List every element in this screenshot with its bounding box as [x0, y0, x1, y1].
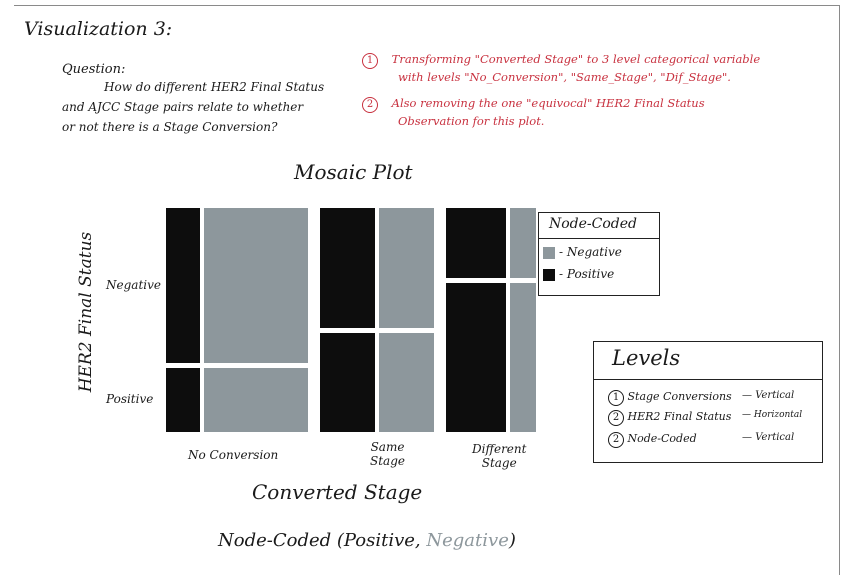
note-2-number: 2	[362, 97, 378, 113]
levels-item-1-number: 1	[608, 390, 624, 406]
mosaic-tile-1-negative-node-positive	[319, 208, 375, 329]
note-2: 2 Also removing the one "equivocal" HER2…	[362, 96, 705, 113]
levels-item-2-name: HER2 Final Status	[627, 410, 732, 423]
levels-item-2-orientation: — Horizontal	[742, 410, 803, 420]
row-label-positive: Positive	[106, 392, 154, 406]
mosaic-tile-2-negative-node-negative	[510, 208, 536, 279]
levels-item-1-orientation: — Vertical	[742, 390, 795, 401]
question-line-2: and AJCC Stage pairs relate to whether	[62, 100, 304, 114]
column-label-no-conversion: No Conversion	[188, 448, 279, 462]
levels-legend-divider	[594, 379, 822, 380]
positive-swatch	[543, 268, 555, 281]
subtitle-prefix: Node-Coded (Positive,	[218, 530, 427, 551]
plot-title: Mosaic Plot	[294, 160, 413, 184]
mosaic-tile-2-negative-node-positive	[446, 208, 507, 279]
column-label-same-stage: Same Stage	[370, 440, 405, 468]
levels-item-1: 1 Stage Conversions	[608, 390, 732, 406]
levels-item-3-orientation: — Vertical	[742, 432, 795, 443]
levels-item-1-name: Stage Conversions	[627, 390, 732, 403]
node-legend-divider	[539, 238, 659, 239]
note-1-line-1: Transforming "Converted Stage" to 3 leve…	[391, 52, 761, 66]
levels-item-3-orientation-label: Vertical	[755, 432, 795, 443]
question-line-1: How do different HER2 Final Status	[104, 80, 325, 94]
subtitle-negative: Negative	[426, 530, 509, 551]
levels-legend: Levels 1 Stage Conversions — Vertical 2 …	[593, 341, 823, 463]
plot-subtitle: Node-Coded (Positive, Negative)	[218, 530, 516, 551]
mosaic-tile-1-positive-node-positive	[319, 333, 375, 432]
levels-item-2-number: 2	[608, 410, 624, 426]
levels-item-3: 2 Node-Coded	[608, 432, 697, 448]
levels-item-1-orientation-label: Vertical	[755, 390, 795, 401]
note-2-line-1: Also removing the one "equivocal" HER2 F…	[391, 96, 705, 110]
node-coded-legend: Node-Coded - Negative - Positive	[538, 212, 660, 296]
page-frame-top	[14, 5, 840, 6]
subtitle-suffix: )	[508, 530, 516, 551]
mosaic-tile-0-positive-node-negative	[204, 368, 308, 432]
node-legend-negative-label: - Negative	[559, 245, 622, 259]
row-label-negative: Negative	[106, 278, 161, 292]
levels-legend-title: Levels	[612, 346, 681, 370]
node-legend-item-negative: - Negative	[543, 245, 622, 259]
note-2-line-2: Observation for this plot.	[398, 114, 545, 128]
question-label: Question:	[62, 62, 126, 77]
node-legend-positive-label: - Positive	[559, 267, 615, 281]
levels-item-3-name: Node-Coded	[627, 432, 697, 445]
question-line-3: or not there is a Stage Conversion?	[62, 120, 278, 134]
note-1-number: 1	[362, 53, 378, 69]
note-1-line-2: with levels "No_Conversion", "Same_Stage…	[398, 70, 731, 84]
page-title: Visualization 3:	[24, 18, 173, 40]
column-label-different-stage: Different Stage	[472, 442, 527, 470]
mosaic-tile-0-negative-node-positive	[166, 208, 201, 364]
levels-item-2-orientation-label: Horizontal	[753, 410, 803, 420]
node-legend-item-positive: - Positive	[543, 267, 614, 281]
mosaic-tile-2-positive-node-negative	[510, 283, 536, 432]
mosaic-tile-2-positive-node-positive	[446, 283, 507, 432]
x-axis-label: Converted Stage	[252, 480, 423, 504]
mosaic-tile-0-positive-node-positive	[166, 368, 201, 432]
note-1: 1 Transforming "Converted Stage" to 3 le…	[362, 52, 760, 69]
levels-item-3-number: 2	[608, 432, 624, 448]
page-frame-right	[839, 5, 840, 575]
mosaic-tile-1-negative-node-negative	[378, 208, 435, 329]
negative-swatch	[543, 246, 555, 259]
mosaic-tile-1-positive-node-negative	[378, 333, 435, 432]
node-legend-title: Node-Coded	[549, 216, 638, 232]
levels-item-2: 2 HER2 Final Status	[608, 410, 731, 426]
mosaic-tile-0-negative-node-negative	[204, 208, 308, 364]
y-axis-label: HER2 Final Status	[76, 231, 96, 393]
